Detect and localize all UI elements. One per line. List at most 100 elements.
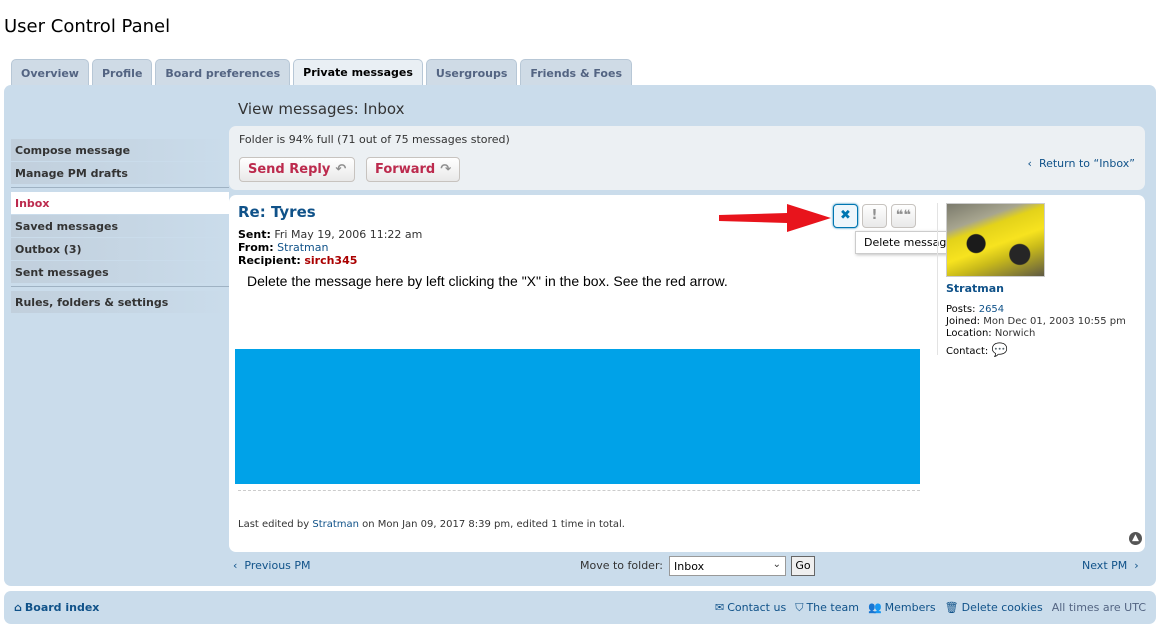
chevron-down-icon: ⌄ (772, 559, 781, 570)
page-title: User Control Panel (4, 16, 171, 37)
trash-icon: 🗑 (944, 601, 959, 614)
the-team-link[interactable]: ⛉ The team (795, 601, 859, 615)
chevron-left-icon: ‹ (233, 559, 238, 572)
action-bar: Folder is 94% full (71 out of 75 message… (229, 126, 1145, 190)
shield-icon: ⛉ (795, 601, 804, 614)
sidebar-item-drafts[interactable]: Manage PM drafts (11, 162, 229, 184)
sidebar-item-inbox[interactable]: Inbox (11, 192, 229, 214)
exclamation-icon: ! (871, 208, 878, 223)
embedded-image (235, 349, 920, 484)
location-label: Location: (946, 328, 992, 339)
the-team-label: The team (806, 601, 859, 614)
joined-field: Joined: Mon Dec 01, 2003 10:55 pm (946, 316, 1137, 327)
folder-status: Folder is 94% full (71 out of 75 message… (239, 133, 510, 146)
contact-label: Contact: (946, 346, 989, 357)
board-index-link[interactable]: ⌂ Board index (14, 601, 99, 614)
quote-message-button[interactable]: ❝❝ (891, 204, 916, 228)
footer-links: ✉ Contact us ⛉ The team 👥 Members 🗑 Delete c… (706, 601, 1146, 615)
speech-bubble-icon[interactable]: 💬 (991, 343, 1007, 358)
return-to-inbox-link[interactable]: ‹ Return to “Inbox” (1028, 157, 1135, 170)
from-user-link[interactable]: Stratman (277, 241, 328, 254)
tab-friends-foes[interactable]: Friends & Foes (520, 59, 632, 86)
recipient-user-link[interactable]: sirch345 (304, 254, 357, 267)
sent-label: Sent: (238, 228, 271, 241)
sidebar-item-compose[interactable]: Compose message (11, 139, 229, 161)
posts-count-link[interactable]: 2654 (979, 304, 1004, 315)
forward-button[interactable]: Forward ↷ (366, 157, 461, 182)
chevron-right-icon: › (1134, 559, 1139, 572)
location-field: Location: Norwich (946, 328, 1137, 339)
edit-notice: Last edited by Stratman on Mon Jan 09, 2… (238, 519, 625, 530)
previous-pm-label: Previous PM (244, 559, 311, 572)
folder-select[interactable]: Inbox ⌄ (669, 556, 786, 576)
joined-value: Mon Dec 01, 2003 10:55 pm (983, 316, 1126, 327)
tab-overview[interactable]: Overview (11, 59, 89, 86)
from-label: From: (238, 241, 274, 254)
view-title: View messages: Inbox (238, 100, 405, 118)
move-to-folder-label: Move to folder: (580, 559, 663, 572)
from-line: From: Stratman (238, 241, 328, 254)
folder-select-value: Inbox (674, 560, 705, 573)
sidebar-item-outbox[interactable]: Outbox (3) (11, 238, 229, 260)
home-icon: ⌂ (14, 601, 22, 614)
envelope-icon: ✉ (714, 601, 725, 614)
posts-field: Posts: 2654 (946, 304, 1137, 315)
board-index-label: Board index (24, 601, 100, 614)
message-subject[interactable]: Re: Tyres (238, 203, 316, 221)
close-icon: ✖ (840, 208, 851, 223)
author-username[interactable]: Stratman (946, 282, 1137, 295)
chevron-left-icon: ‹ (1027, 157, 1032, 170)
recipient-label: Recipient: (238, 254, 301, 267)
edit-prefix: Last edited by (238, 519, 310, 530)
next-pm-link[interactable]: Next PM › (1082, 559, 1139, 572)
edit-suffix: on Mon Jan 09, 2017 8:39 pm, edited 1 ti… (362, 519, 625, 530)
report-message-button[interactable]: ! (862, 204, 887, 228)
sent-value: Fri May 19, 2006 11:22 am (274, 228, 423, 241)
edit-user-link[interactable]: Stratman (312, 519, 359, 530)
timezone-notice: All times are UTC (1051, 601, 1146, 614)
post-buttons: ✖ ! ❝❝ (833, 204, 920, 228)
sidebar-item-saved[interactable]: Saved messages (11, 215, 229, 237)
red-arrow-annotation (719, 204, 831, 232)
message-body: Delete the message here by left clicking… (247, 273, 728, 289)
contact-us-label: Contact us (727, 601, 787, 614)
scroll-top-icon[interactable]: ▲ (1129, 532, 1142, 545)
contact-field: Contact: 💬 (946, 343, 1137, 358)
footer-bar: ⌂ Board index ✉ Contact us ⛉ The team 👥 Memb… (4, 591, 1156, 624)
send-reply-button[interactable]: Send Reply ↶ (239, 157, 356, 182)
tab-profile[interactable]: Profile (91, 59, 153, 86)
tab-bar: Overview Profile Board preferences Priva… (11, 59, 635, 87)
quote-icon: ❝❝ (895, 208, 912, 223)
tab-usergroups[interactable]: Usergroups (425, 59, 518, 86)
avatar[interactable] (946, 203, 1045, 277)
delete-cookies-link[interactable]: 🗑 Delete cookies (945, 601, 1043, 615)
return-link-label: Return to “Inbox” (1038, 157, 1135, 170)
joined-label: Joined: (946, 316, 981, 327)
forward-label: Forward (375, 162, 436, 177)
signature-divider (238, 490, 920, 491)
users-icon: 👥 (867, 601, 882, 614)
sidebar-divider (11, 286, 229, 287)
next-pm-label: Next PM (1082, 559, 1128, 572)
message-post: Re: Tyres Sent: Fri May 19, 2006 11:22 a… (229, 195, 1145, 552)
send-reply-label: Send Reply (248, 162, 331, 177)
reply-icon: ↶ (335, 162, 347, 177)
recipient-line: Recipient: sirch345 (238, 254, 357, 267)
author-profile: Stratman Posts: 2654 Joined: Mon Dec 01,… (937, 203, 1137, 358)
sidebar-menu: Compose message Manage PM drafts Inbox S… (11, 139, 229, 314)
sidebar-item-sent[interactable]: Sent messages (11, 261, 229, 283)
delete-message-button[interactable]: ✖ (833, 204, 858, 228)
members-link[interactable]: 👥 Members (868, 601, 936, 615)
members-label: Members (884, 601, 936, 614)
sidebar-item-rules[interactable]: Rules, folders & settings (11, 291, 229, 313)
posts-label: Posts: (946, 304, 976, 315)
sidebar-divider (11, 187, 229, 188)
tab-private-messages[interactable]: Private messages (293, 59, 423, 87)
contact-us-link[interactable]: ✉ Contact us (715, 601, 786, 615)
forward-icon: ↷ (440, 162, 452, 177)
tab-board-preferences[interactable]: Board preferences (155, 59, 291, 86)
sent-line: Sent: Fri May 19, 2006 11:22 am (238, 228, 422, 241)
previous-pm-link[interactable]: ‹ Previous PM (233, 559, 311, 572)
delete-cookies-label: Delete cookies (961, 601, 1043, 614)
go-button[interactable]: Go (791, 556, 815, 576)
